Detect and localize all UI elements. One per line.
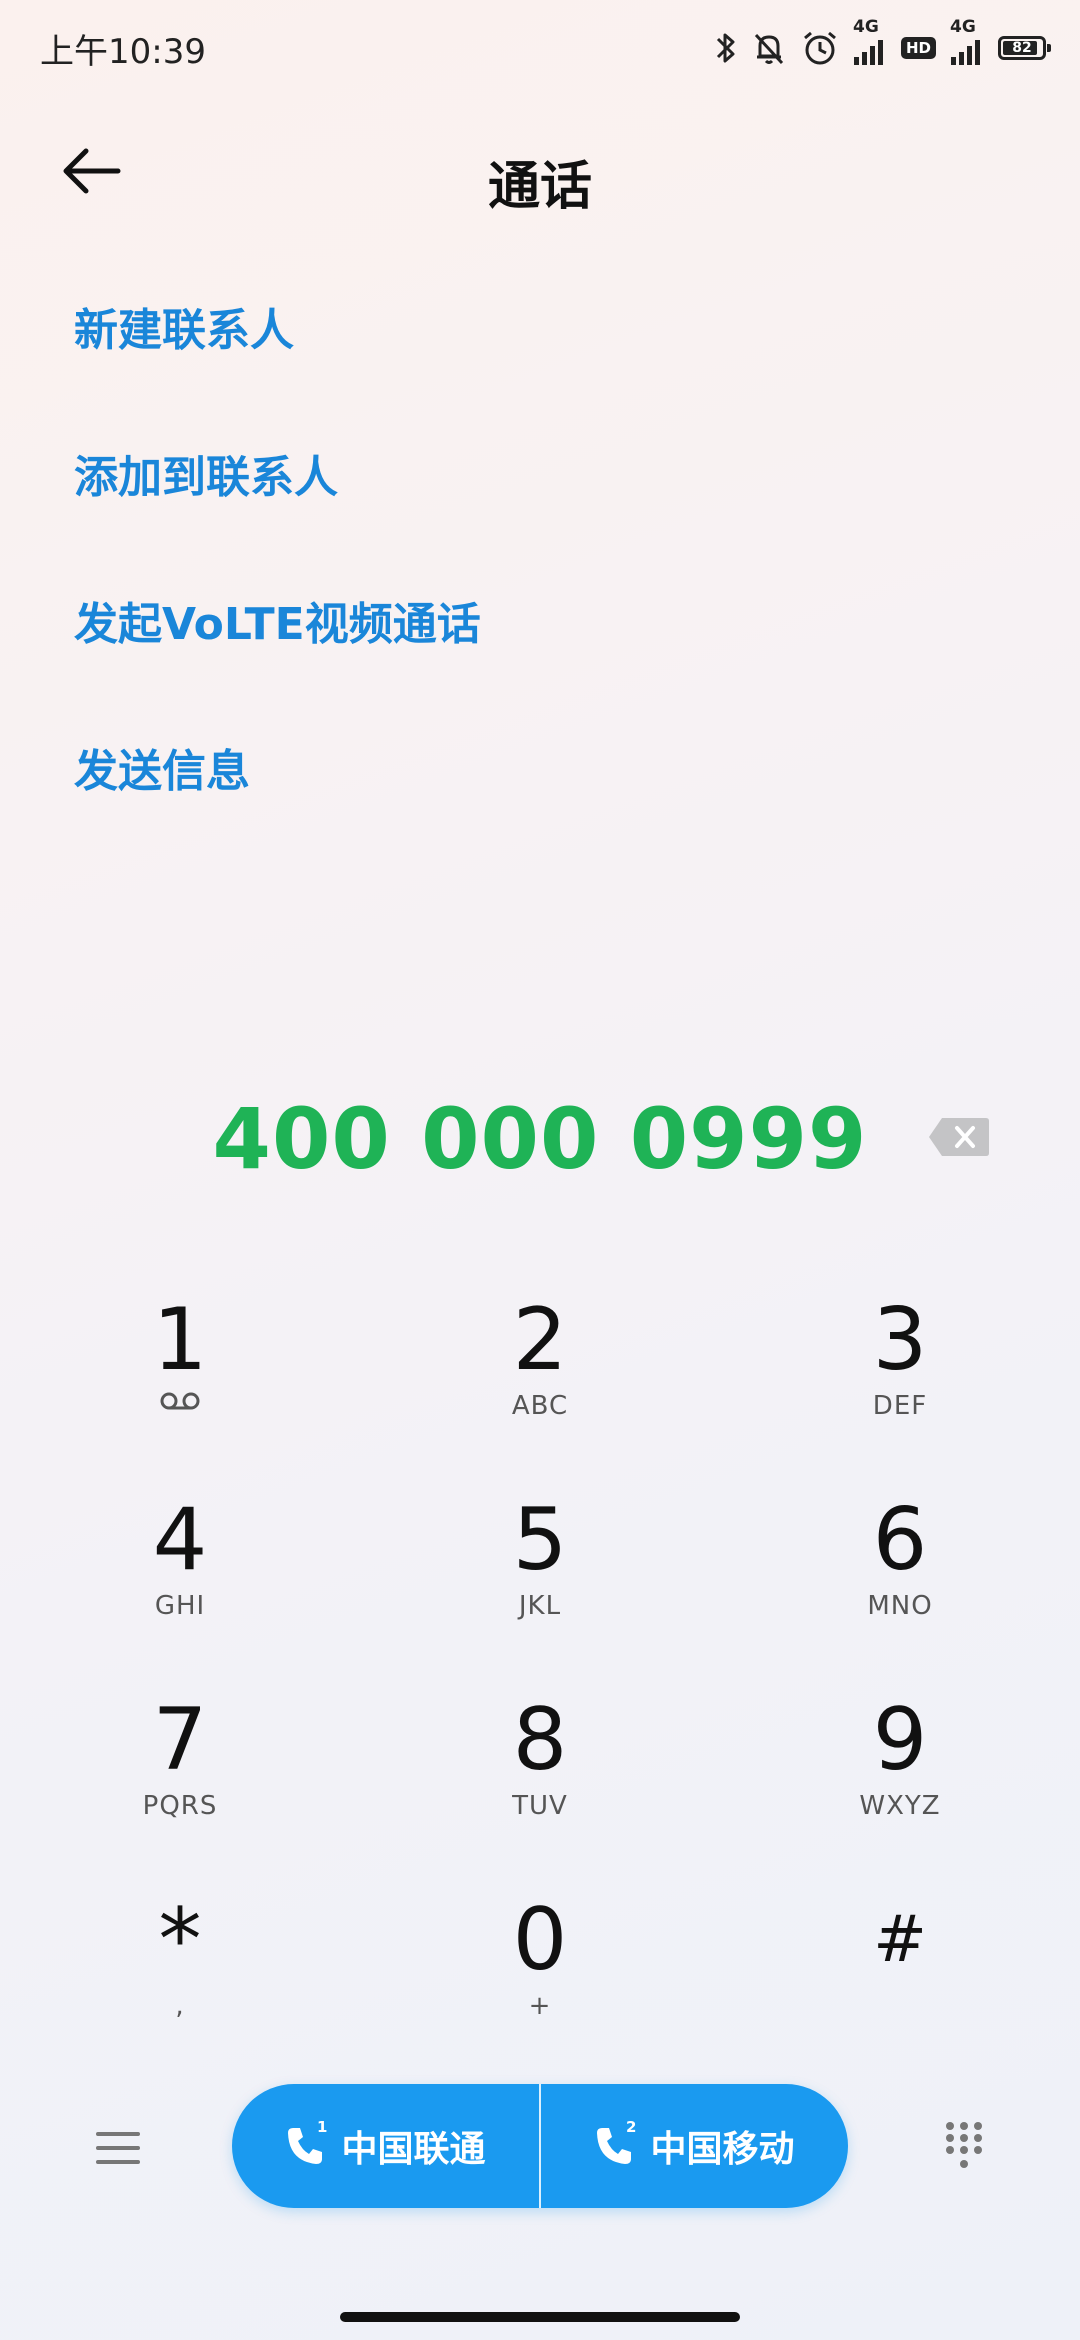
hd-icon: HD <box>900 37 936 59</box>
delete-button[interactable] <box>928 1116 994 1164</box>
key-letters: DEF <box>872 1391 928 1421</box>
status-icons: 4G HD 4G 82 <box>715 17 1051 70</box>
network-label-2: 4G <box>950 17 984 67</box>
key-digit: 4 <box>152 1490 208 1590</box>
key-digit: 9 <box>872 1690 928 1790</box>
new-contact-link[interactable]: 新建联系人 <box>74 290 481 437</box>
network-label-1: 4G <box>853 17 887 67</box>
key-letters: MNO <box>867 1591 933 1621</box>
network-type-1: 4G <box>852 17 879 37</box>
call-sim1-button[interactable]: 1 中国联通 <box>232 2084 539 2208</box>
key-6[interactable]: 6 MNO <box>800 1490 1000 1660</box>
key-9[interactable]: 9 WXYZ <box>800 1690 1000 1860</box>
key-digit: * <box>158 1890 202 1990</box>
call-sim2-button[interactable]: 2 中国移动 <box>541 2084 848 2208</box>
battery-text: 82 <box>1012 40 1032 56</box>
key-8[interactable]: 8 TUV <box>440 1690 640 1860</box>
send-message-link[interactable]: 发送信息 <box>74 731 481 878</box>
key-digit: 1 <box>152 1290 208 1390</box>
alarm-icon <box>801 29 839 67</box>
status-time: 上午10:39 <box>40 32 206 72</box>
network-type-2: 4G <box>950 17 976 37</box>
header: 通话 <box>0 130 1080 230</box>
menu-button[interactable] <box>96 2128 140 2168</box>
key-digit: 0 <box>512 1890 568 1990</box>
volte-video-call-link[interactable]: 发起VoLTE视频通话 <box>74 584 481 731</box>
sim1-label: 中国联通 <box>341 2129 486 2170</box>
key-0[interactable]: 0 + <box>440 1890 640 2060</box>
key-digit: 5 <box>512 1490 568 1590</box>
key-letters: JKL <box>518 1591 562 1621</box>
battery-icon: 82 <box>998 36 1051 60</box>
key-letters: TUV <box>512 1791 568 1821</box>
keypad-toggle-button[interactable] <box>944 2120 984 2176</box>
key-4[interactable]: 4 GHI <box>80 1490 280 1660</box>
bell-off-icon <box>751 30 787 66</box>
key-star[interactable]: * , <box>80 1890 280 2060</box>
key-1[interactable]: 1 <box>80 1290 280 1460</box>
key-letters: ABC <box>511 1391 569 1421</box>
key-digit: # <box>873 1903 927 1977</box>
key-letters: , <box>175 1991 185 2021</box>
key-7[interactable]: 7 PQRS <box>80 1690 280 1860</box>
key-digit: 3 <box>872 1290 928 1390</box>
key-digit: 6 <box>872 1490 928 1590</box>
key-hash[interactable]: # <box>800 1890 1000 2060</box>
signal-icon <box>951 40 980 65</box>
key-digit: 8 <box>512 1690 568 1790</box>
backspace-icon <box>929 1118 989 1156</box>
key-digit: 2 <box>512 1290 568 1390</box>
signal-icon <box>853 40 883 65</box>
key-digit: 7 <box>152 1690 208 1790</box>
key-letters: + <box>528 1991 552 2021</box>
number-display: 400 000 0999 <box>0 1090 1080 1200</box>
phone-icon: 2 <box>594 2118 636 2168</box>
sim2-label: 中国移动 <box>650 2129 795 2170</box>
sim-index: 2 <box>626 2118 637 2136</box>
call-buttons: 1 中国联通 2 中国移动 <box>232 2084 848 2208</box>
key-3[interactable]: 3 DEF <box>800 1290 1000 1460</box>
home-indicator[interactable] <box>340 2312 740 2322</box>
menu-icon <box>96 2132 140 2164</box>
phone-icon: 1 <box>285 2118 327 2168</box>
bluetooth-icon <box>715 30 737 66</box>
dialpad-icon <box>946 2122 982 2168</box>
dialed-number: 400 000 0999 <box>212 1090 868 1188</box>
add-to-contact-link[interactable]: 添加到联系人 <box>74 437 481 584</box>
key-2[interactable]: 2 ABC <box>440 1290 640 1460</box>
sim-index: 1 <box>317 2118 328 2136</box>
voicemail-icon <box>160 1392 200 1410</box>
key-letters: GHI <box>154 1591 206 1621</box>
key-5[interactable]: 5 JKL <box>440 1490 640 1660</box>
key-letters: PQRS <box>142 1791 218 1821</box>
key-letters: WXYZ <box>859 1791 941 1821</box>
bottom-bar: 1 中国联通 2 中国移动 <box>0 2084 1080 2214</box>
status-bar: 上午10:39 4G HD 4G 82 <box>0 0 1080 96</box>
action-list: 新建联系人 添加到联系人 发起VoLTE视频通话 发送信息 <box>74 290 481 878</box>
page-title: 通话 <box>487 157 592 217</box>
